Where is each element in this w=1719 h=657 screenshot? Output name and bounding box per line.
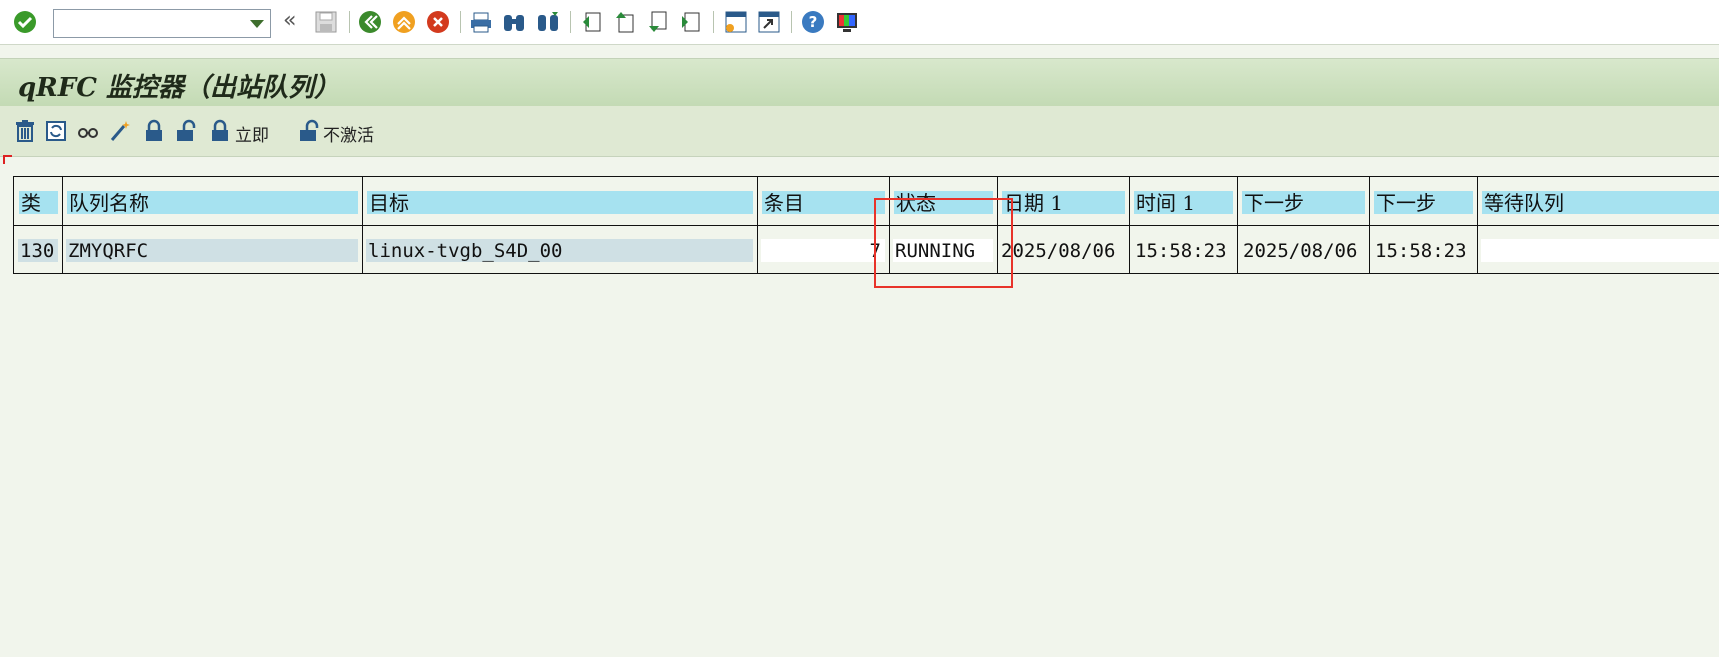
next-page-icon[interactable] xyxy=(646,10,670,34)
cell-entries[interactable]: 7 xyxy=(761,239,885,262)
separator xyxy=(570,11,571,33)
enter-icon[interactable] xyxy=(13,10,37,34)
cell-wait-queue[interactable] xyxy=(1481,239,1719,262)
unlock-deactivate-icon[interactable] xyxy=(296,118,320,144)
find-next-icon[interactable] xyxy=(536,10,560,34)
application-toolbar: 立即 不激活 xyxy=(0,106,1719,157)
lock-icon[interactable] xyxy=(142,118,166,144)
shortcut-icon[interactable] xyxy=(757,10,781,34)
title-bar: qRFC 监控器（出站队列） xyxy=(0,58,1719,107)
queue-table: 类 130 队列名称 ZMYQRFC 目标 linux-tvgb_S4D_00 … xyxy=(13,176,1719,274)
deactivate-button-label[interactable]: 不激活 xyxy=(323,121,374,146)
header-next-step-time[interactable]: 下一步 xyxy=(1374,191,1473,214)
back-chevron-icon[interactable]: « xyxy=(283,8,296,33)
cell-next-step-date[interactable]: 2025/08/06 xyxy=(1241,239,1365,262)
cell-date-1[interactable]: 2025/08/06 xyxy=(999,239,1125,262)
header-queue-name[interactable]: 队列名称 xyxy=(67,191,358,214)
separator xyxy=(460,11,461,33)
separator xyxy=(349,11,350,33)
cell-time-1[interactable]: 15:58:23 xyxy=(1133,239,1233,262)
last-page-icon[interactable] xyxy=(679,10,703,34)
previous-page-icon[interactable] xyxy=(613,10,637,34)
separator xyxy=(791,11,792,33)
exit-icon[interactable] xyxy=(392,10,416,34)
svg-text:?: ? xyxy=(809,13,818,31)
header-wait-queue[interactable]: 等待队列 xyxy=(1482,191,1719,214)
unlock-icon[interactable] xyxy=(173,118,197,144)
first-page-icon[interactable] xyxy=(580,10,604,34)
header-date-1[interactable]: 日期 1 xyxy=(1002,191,1125,214)
cell-next-step-time[interactable]: 15:58:23 xyxy=(1373,239,1473,262)
back-icon[interactable] xyxy=(358,10,382,34)
help-icon[interactable]: ? xyxy=(801,10,825,34)
refresh-icon[interactable] xyxy=(44,118,68,144)
cell-destination[interactable]: linux-tvgb_S4D_00 xyxy=(366,239,753,262)
cell-queue-name[interactable]: ZMYQRFC xyxy=(66,239,358,262)
customize-layout-icon[interactable] xyxy=(835,10,859,34)
cancel-icon[interactable] xyxy=(426,10,450,34)
create-session-icon[interactable] xyxy=(724,10,748,34)
corner-marker xyxy=(3,155,12,164)
command-field[interactable] xyxy=(53,9,271,38)
page-title: qRFC 监控器（出站队列） xyxy=(18,73,340,103)
cell-class[interactable]: 130 xyxy=(18,239,58,262)
status-highlight-box xyxy=(874,198,1013,288)
activate-button-label[interactable]: 立即 xyxy=(235,121,269,146)
delete-icon[interactable] xyxy=(13,118,37,144)
separator xyxy=(713,11,714,33)
save-icon[interactable] xyxy=(314,10,338,34)
header-next-step-date[interactable]: 下一步 xyxy=(1242,191,1365,214)
print-icon[interactable] xyxy=(469,10,493,34)
header-entries[interactable]: 条目 xyxy=(762,191,885,214)
display-icon[interactable] xyxy=(76,118,100,144)
activate-wand-icon[interactable] xyxy=(108,118,132,144)
header-destination[interactable]: 目标 xyxy=(367,191,753,214)
chevron-down-icon[interactable] xyxy=(250,20,264,28)
lock-activate-icon[interactable] xyxy=(208,118,232,144)
find-icon[interactable] xyxy=(502,10,526,34)
header-class[interactable]: 类 xyxy=(19,191,58,214)
system-toolbar: « ? xyxy=(0,0,1719,45)
header-time-1[interactable]: 时间 1 xyxy=(1134,191,1233,214)
row-divider xyxy=(14,225,1719,226)
